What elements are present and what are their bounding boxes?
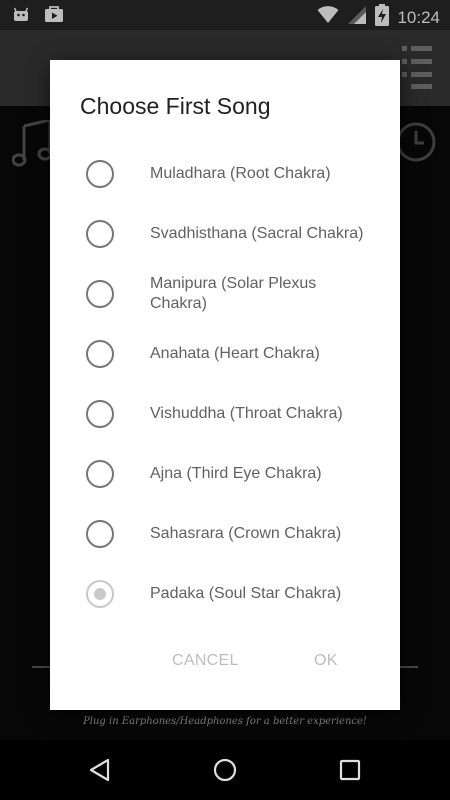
recent-apps-icon[interactable]	[339, 759, 361, 786]
progress-line-left	[32, 666, 52, 668]
radio-button[interactable]	[86, 340, 114, 368]
radio-button[interactable]	[86, 400, 114, 428]
option-muladhara[interactable]: Muladhara (Root Chakra)	[50, 144, 400, 204]
option-padaka[interactable]: Padaka (Soul Star Chakra)	[50, 564, 400, 624]
radio-button[interactable]	[86, 460, 114, 488]
radio-button-selected[interactable]	[86, 580, 114, 608]
option-ajna[interactable]: Ajna (Third Eye Chakra)	[50, 444, 400, 504]
option-label: Ajna (Third Eye Chakra)	[150, 465, 322, 482]
option-label: Anahata (Heart Chakra)	[150, 345, 320, 362]
signal-icon	[347, 5, 367, 30]
radio-button[interactable]	[86, 160, 114, 188]
option-label: Svadhisthana (Sacral Chakra)	[150, 225, 364, 242]
headphone-hint: Plug in Earphones/Headphones for a bette…	[83, 716, 367, 727]
menu-icon[interactable]	[402, 44, 432, 90]
cancel-button[interactable]: CANCEL	[172, 652, 239, 670]
option-label: Vishuddha (Throat Chakra)	[150, 405, 343, 422]
timer-clock-icon[interactable]	[396, 122, 436, 167]
option-label: Sahasrara (Crown Chakra)	[150, 525, 342, 542]
wifi-icon	[317, 6, 339, 29]
android-icon	[12, 5, 30, 28]
option-anahata[interactable]: Anahata (Heart Chakra)	[50, 324, 400, 384]
radio-button[interactable]	[86, 280, 114, 308]
option-label: Muladhara (Root Chakra)	[150, 165, 331, 182]
back-icon[interactable]	[88, 758, 112, 787]
option-label: Manipura (Solar Plexus Chakra)	[150, 275, 317, 312]
navigation-bar	[0, 740, 450, 800]
option-sahasrara[interactable]: Sahasrara (Crown Chakra)	[50, 504, 400, 564]
status-bar: 10:24	[0, 0, 450, 30]
home-icon[interactable]	[213, 758, 237, 787]
progress-line-right	[400, 666, 418, 668]
status-time: 10:24	[397, 7, 440, 27]
radio-button[interactable]	[86, 220, 114, 248]
option-vishuddha[interactable]: Vishuddha (Throat Chakra)	[50, 384, 400, 444]
battery-charging-icon	[375, 4, 390, 31]
option-manipura[interactable]: Manipura (Solar Plexus Chakra)	[50, 264, 400, 324]
dialog-title: Choose First Song	[80, 93, 271, 119]
option-label: Padaka (Soul Star Chakra)	[150, 585, 342, 602]
radio-button[interactable]	[86, 520, 114, 548]
music-note-icon[interactable]	[11, 118, 53, 173]
ok-button[interactable]: OK	[314, 652, 338, 670]
option-svadhisthana[interactable]: Svadhisthana (Sacral Chakra)	[50, 204, 400, 264]
choose-first-song-dialog: Choose First Song Muladhara (Root Chakra…	[50, 60, 400, 710]
play-store-icon	[44, 5, 64, 28]
